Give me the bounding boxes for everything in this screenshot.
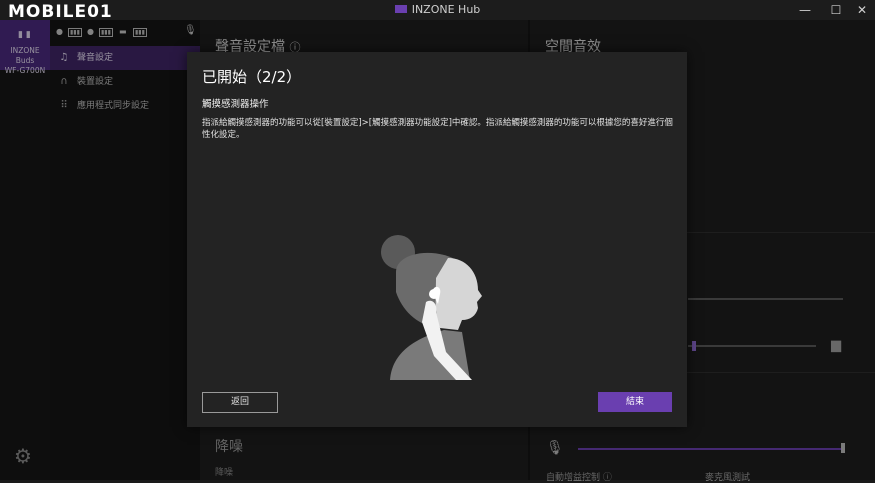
dialog-description: 指派給觸摸感測器的功能可以從[裝置設定]>[觸摸感測器功能設定]中確認。指派給觸… [202,118,673,140]
brand-watermark: MOBILE01 [8,2,113,22]
maximize-button[interactable]: ☐ [822,0,850,20]
dialog-subtitle: 觸摸感測器操作 [202,99,269,110]
finish-button[interactable]: 結束 [598,392,672,412]
back-button[interactable]: 返回 [202,392,278,413]
window-title-text: INZONE Hub [411,3,481,16]
touch-sensor-illustration [381,235,482,380]
dialog-title: 已開始（2/2） [202,68,302,86]
inzone-logo-icon [394,5,407,13]
window-title: INZONE Hub [0,0,875,20]
minimize-button[interactable]: — [791,0,819,20]
close-button[interactable]: ✕ [848,0,875,20]
